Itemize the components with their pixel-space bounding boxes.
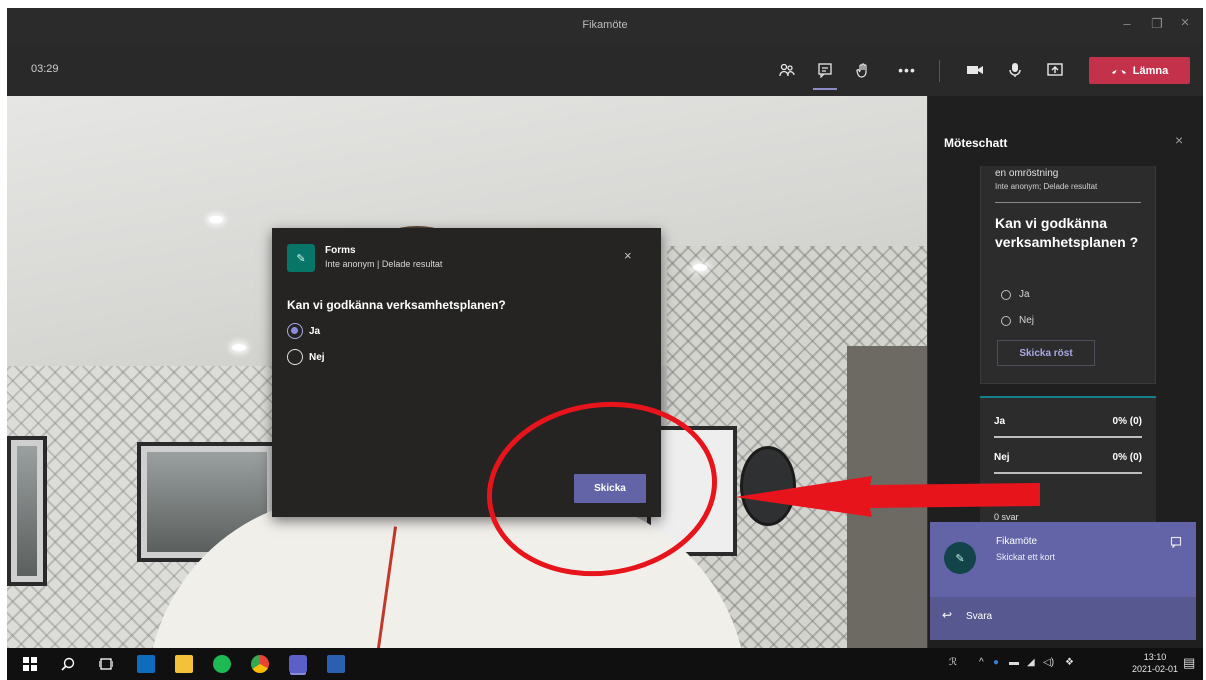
microphone-icon [1009,63,1021,77]
radio-checked-icon[interactable] [287,323,303,339]
reply-icon: ↩ [942,608,953,622]
radio-unchecked-icon[interactable] [287,349,303,365]
forms-app-icon: ✎ [287,244,315,272]
poll-card-divider [995,202,1141,203]
toolbar-divider [939,60,940,82]
task-view-icon[interactable] [97,655,115,673]
result-value: 0% (0) [1112,416,1142,427]
chat-title: Möteschatt [944,136,1008,150]
search-icon[interactable] [59,655,77,673]
word-icon[interactable] [327,655,345,673]
file-explorer-icon[interactable] [175,655,193,673]
poll-option-label: Ja [1019,289,1030,300]
windows-start-icon[interactable] [21,655,39,673]
chat-button[interactable] [811,56,839,90]
chat-icon [818,63,832,78]
result-label: Ja [994,416,1006,427]
raise-hand-button[interactable] [849,56,877,84]
send-vote-button[interactable]: Skicka röst [997,340,1095,366]
window-close-button[interactable]: × [1175,14,1195,31]
wifi-icon[interactable]: ◢ [1027,657,1035,668]
camera-icon [967,66,983,74]
radio-unchecked-icon[interactable] [1001,289,1011,300]
system-clock[interactable]: 13:10 2021-02-01 [1125,651,1185,675]
result-value: 0% (0) [1112,452,1142,463]
participants-icon [779,63,795,77]
forms-dialog: ✎ Forms Inte anonym | Delade resultat × … [272,228,661,517]
microphone-button[interactable] [1001,56,1029,84]
people-icon[interactable]: ℛ [949,657,957,668]
more-options-button[interactable]: ••• [893,56,921,84]
leave-label: Lämna [1132,64,1169,77]
results-total: 0 svar [994,512,1019,522]
notifications-icon[interactable]: ▤ [1183,655,1195,671]
dropbox-icon[interactable]: ❖ [1065,657,1074,668]
ceiling-light [693,264,707,271]
tray-app-icon[interactable]: ● [993,657,999,668]
poll-card-subtitle: Inte anonym; Delade resultat [995,182,1098,191]
poll-option-ja[interactable]: Ja [1001,289,1030,300]
outlook-icon[interactable] [137,655,155,673]
poll-card-header: en omröstning [995,168,1059,179]
maximize-button[interactable]: ❐ [1147,16,1167,32]
poll-option-label: Nej [1019,315,1035,326]
result-row-nej: Nej 0% (0) [994,452,1142,463]
volume-icon[interactable]: ◁) [1043,657,1054,668]
meeting-toolbar: 03:29 ••• Lämna [7,44,1203,96]
window-title: Fikamöte [582,19,628,31]
ceiling-light [209,216,223,223]
more-icon: ••• [898,62,916,78]
option-label: Nej [309,351,325,363]
clock-date: 2021-02-01 [1131,664,1179,674]
result-bar [994,436,1142,438]
poll-option-nej[interactable]: Nej [1001,315,1034,326]
hang-up-icon [1111,69,1126,74]
battery-icon[interactable]: ▬ [1009,657,1019,668]
ceiling-light [232,344,246,351]
toast-title: Fikamöte [996,536,1038,547]
forms-app-icon: ✎ [944,542,976,574]
clock-time: 13:10 [1143,652,1167,662]
camera-button[interactable] [961,56,989,84]
share-screen-button[interactable] [1041,56,1069,84]
hand-icon [856,63,867,78]
chat-icon[interactable] [1170,536,1182,551]
share-screen-icon [1047,63,1063,76]
windows-taskbar: ℛ ^ ● ▬ ◢ ◁) ❖ 13:10 2021-02-01 ▤ [7,648,1203,680]
option-nej[interactable]: Nej [287,349,325,365]
result-row-ja: Ja 0% (0) [994,416,1142,427]
chrome-icon[interactable] [251,655,269,673]
result-bar [994,472,1142,474]
option-label: Ja [309,325,321,337]
radio-unchecked-icon[interactable] [1001,315,1011,326]
wall-clock [740,446,796,526]
dialog-question: Kan vi godkänna verksamhetsplanen? [287,298,506,312]
meeting-timer: 03:29 [31,63,59,75]
reply-label: Svara [966,611,993,622]
title-bar: Fikamöte – ❐ × [7,8,1203,44]
wall-picture [7,436,47,586]
result-label: Nej [994,452,1010,463]
toast-subtitle: Skickat ett kort [996,552,1056,562]
dialog-app-name: Forms [325,245,356,256]
option-ja[interactable]: Ja [287,323,320,339]
minimize-button[interactable]: – [1117,16,1137,31]
spotify-icon[interactable] [213,655,231,673]
reply-button[interactable]: ↩ Svara [930,597,1196,640]
dialog-subtitle: Inte anonym | Delade resultat [325,259,443,269]
notification-toast[interactable]: ✎ Fikamöte Skickat ett kort ↩ Svara [930,522,1196,640]
participants-button[interactable] [773,56,801,84]
teams-icon[interactable] [289,655,307,673]
dialog-close-button[interactable]: × [624,248,632,263]
leave-button[interactable]: Lämna [1089,57,1190,84]
chat-close-button[interactable]: × [1175,132,1183,148]
poll-card-question: Kan vi godkänna verksamhetsplanen ? [995,215,1139,250]
video-doorway [847,346,927,648]
submit-button[interactable]: Skicka [574,474,646,503]
poll-card: en omröstning Inte anonym; Delade result… [980,166,1156,384]
chevron-up-icon[interactable]: ^ [979,657,984,668]
